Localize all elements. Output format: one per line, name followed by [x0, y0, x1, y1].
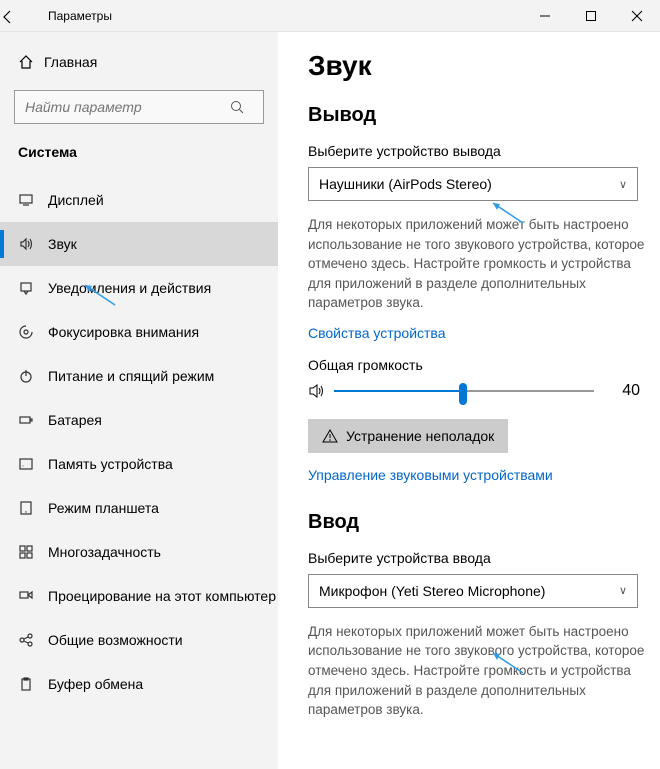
- power-icon: [18, 368, 48, 384]
- sidebar-item-share[interactable]: Общие возможности: [0, 618, 278, 662]
- sidebar-item-label: Режим планшета: [48, 500, 159, 516]
- troubleshoot-button[interactable]: Устранение неполадок: [308, 419, 508, 453]
- focus-icon: [18, 324, 48, 340]
- input-device-value: Микрофон (Yeti Stereo Microphone): [319, 583, 545, 599]
- section-label: Система: [0, 138, 278, 178]
- sidebar-item-display[interactable]: Дисплей: [0, 178, 278, 222]
- chevron-down-icon: ∨: [619, 178, 627, 191]
- sidebar-item-label: Буфер обмена: [48, 676, 143, 692]
- sidebar-item-tablet[interactable]: Режим планшета: [0, 486, 278, 530]
- search-icon: [229, 99, 263, 115]
- search-input[interactable]: [15, 99, 229, 115]
- volume-label: Общая громкость: [308, 357, 640, 373]
- volume-value: 40: [622, 382, 640, 400]
- troubleshoot-label: Устранение неполадок: [346, 428, 494, 444]
- output-field-label: Выберите устройство вывода: [308, 143, 640, 159]
- close-button[interactable]: [614, 0, 660, 32]
- sidebar-item-label: Батарея: [48, 412, 102, 428]
- search-box[interactable]: [14, 90, 264, 124]
- sidebar-item-sound[interactable]: Звук: [0, 222, 278, 266]
- clipboard-icon: [18, 676, 48, 692]
- input-heading: Ввод: [308, 511, 640, 534]
- sidebar-item-label: Многозадачность: [48, 544, 161, 560]
- sidebar: Главная Система Дисплей Звук Уведомления и…: [0, 32, 278, 769]
- speaker-icon[interactable]: [308, 382, 334, 400]
- sidebar-item-label: Память устройства: [48, 456, 173, 472]
- output-desc: Для некоторых приложений может быть наст…: [308, 215, 648, 313]
- sidebar-item-label: Питание и спящий режим: [48, 368, 214, 384]
- multi-icon: [18, 544, 48, 560]
- content-area: Звук Вывод Выберите устройство вывода На…: [278, 32, 660, 769]
- project-icon: [18, 588, 48, 604]
- home-icon: [18, 54, 44, 70]
- sidebar-item-clipboard[interactable]: Буфер обмена: [0, 662, 278, 706]
- input-desc: Для некоторых приложений может быть наст…: [308, 622, 648, 720]
- home-button[interactable]: Главная: [0, 42, 278, 82]
- share-icon: [18, 632, 48, 648]
- minimize-button[interactable]: [522, 0, 568, 32]
- titlebar: Параметры: [0, 0, 660, 32]
- volume-slider[interactable]: [334, 381, 594, 401]
- manage-devices-link[interactable]: Управление звуковыми устройствами: [308, 467, 640, 483]
- sound-icon: [18, 236, 48, 252]
- sidebar-item-label: Уведомления и действия: [48, 280, 211, 296]
- notify-icon: [18, 280, 48, 296]
- sidebar-item-label: Общие возможности: [48, 632, 183, 648]
- output-device-value: Наушники (AirPods Stereo): [319, 176, 492, 192]
- sidebar-item-power[interactable]: Питание и спящий режим: [0, 354, 278, 398]
- back-button[interactable]: [0, 7, 44, 25]
- page-title: Звук: [308, 50, 640, 82]
- tablet-icon: [18, 500, 48, 516]
- home-label: Главная: [44, 54, 97, 70]
- output-device-dropdown[interactable]: Наушники (AirPods Stereo) ∨: [308, 167, 638, 201]
- storage-icon: [18, 456, 48, 472]
- sidebar-item-notify[interactable]: Уведомления и действия: [0, 266, 278, 310]
- sidebar-item-multi[interactable]: Многозадачность: [0, 530, 278, 574]
- battery-icon: [18, 412, 48, 428]
- sidebar-item-storage[interactable]: Память устройства: [0, 442, 278, 486]
- display-icon: [18, 192, 48, 208]
- sidebar-item-project[interactable]: Проецирование на этот компьютер: [0, 574, 278, 618]
- sidebar-item-label: Дисплей: [48, 192, 104, 208]
- sidebar-item-battery[interactable]: Батарея: [0, 398, 278, 442]
- input-device-dropdown[interactable]: Микрофон (Yeti Stereo Microphone) ∨: [308, 574, 638, 608]
- output-heading: Вывод: [308, 104, 640, 127]
- maximize-button[interactable]: [568, 0, 614, 32]
- sidebar-item-label: Проецирование на этот компьютер: [48, 588, 276, 604]
- sidebar-item-focus[interactable]: Фокусировка внимания: [0, 310, 278, 354]
- window-title: Параметры: [44, 9, 112, 23]
- sidebar-item-label: Фокусировка внимания: [48, 324, 199, 340]
- chevron-down-icon: ∨: [619, 584, 627, 597]
- device-properties-link[interactable]: Свойства устройства: [308, 325, 640, 341]
- warning-icon: [322, 428, 338, 444]
- sidebar-item-label: Звук: [48, 236, 77, 252]
- input-field-label: Выберите устройства ввода: [308, 550, 640, 566]
